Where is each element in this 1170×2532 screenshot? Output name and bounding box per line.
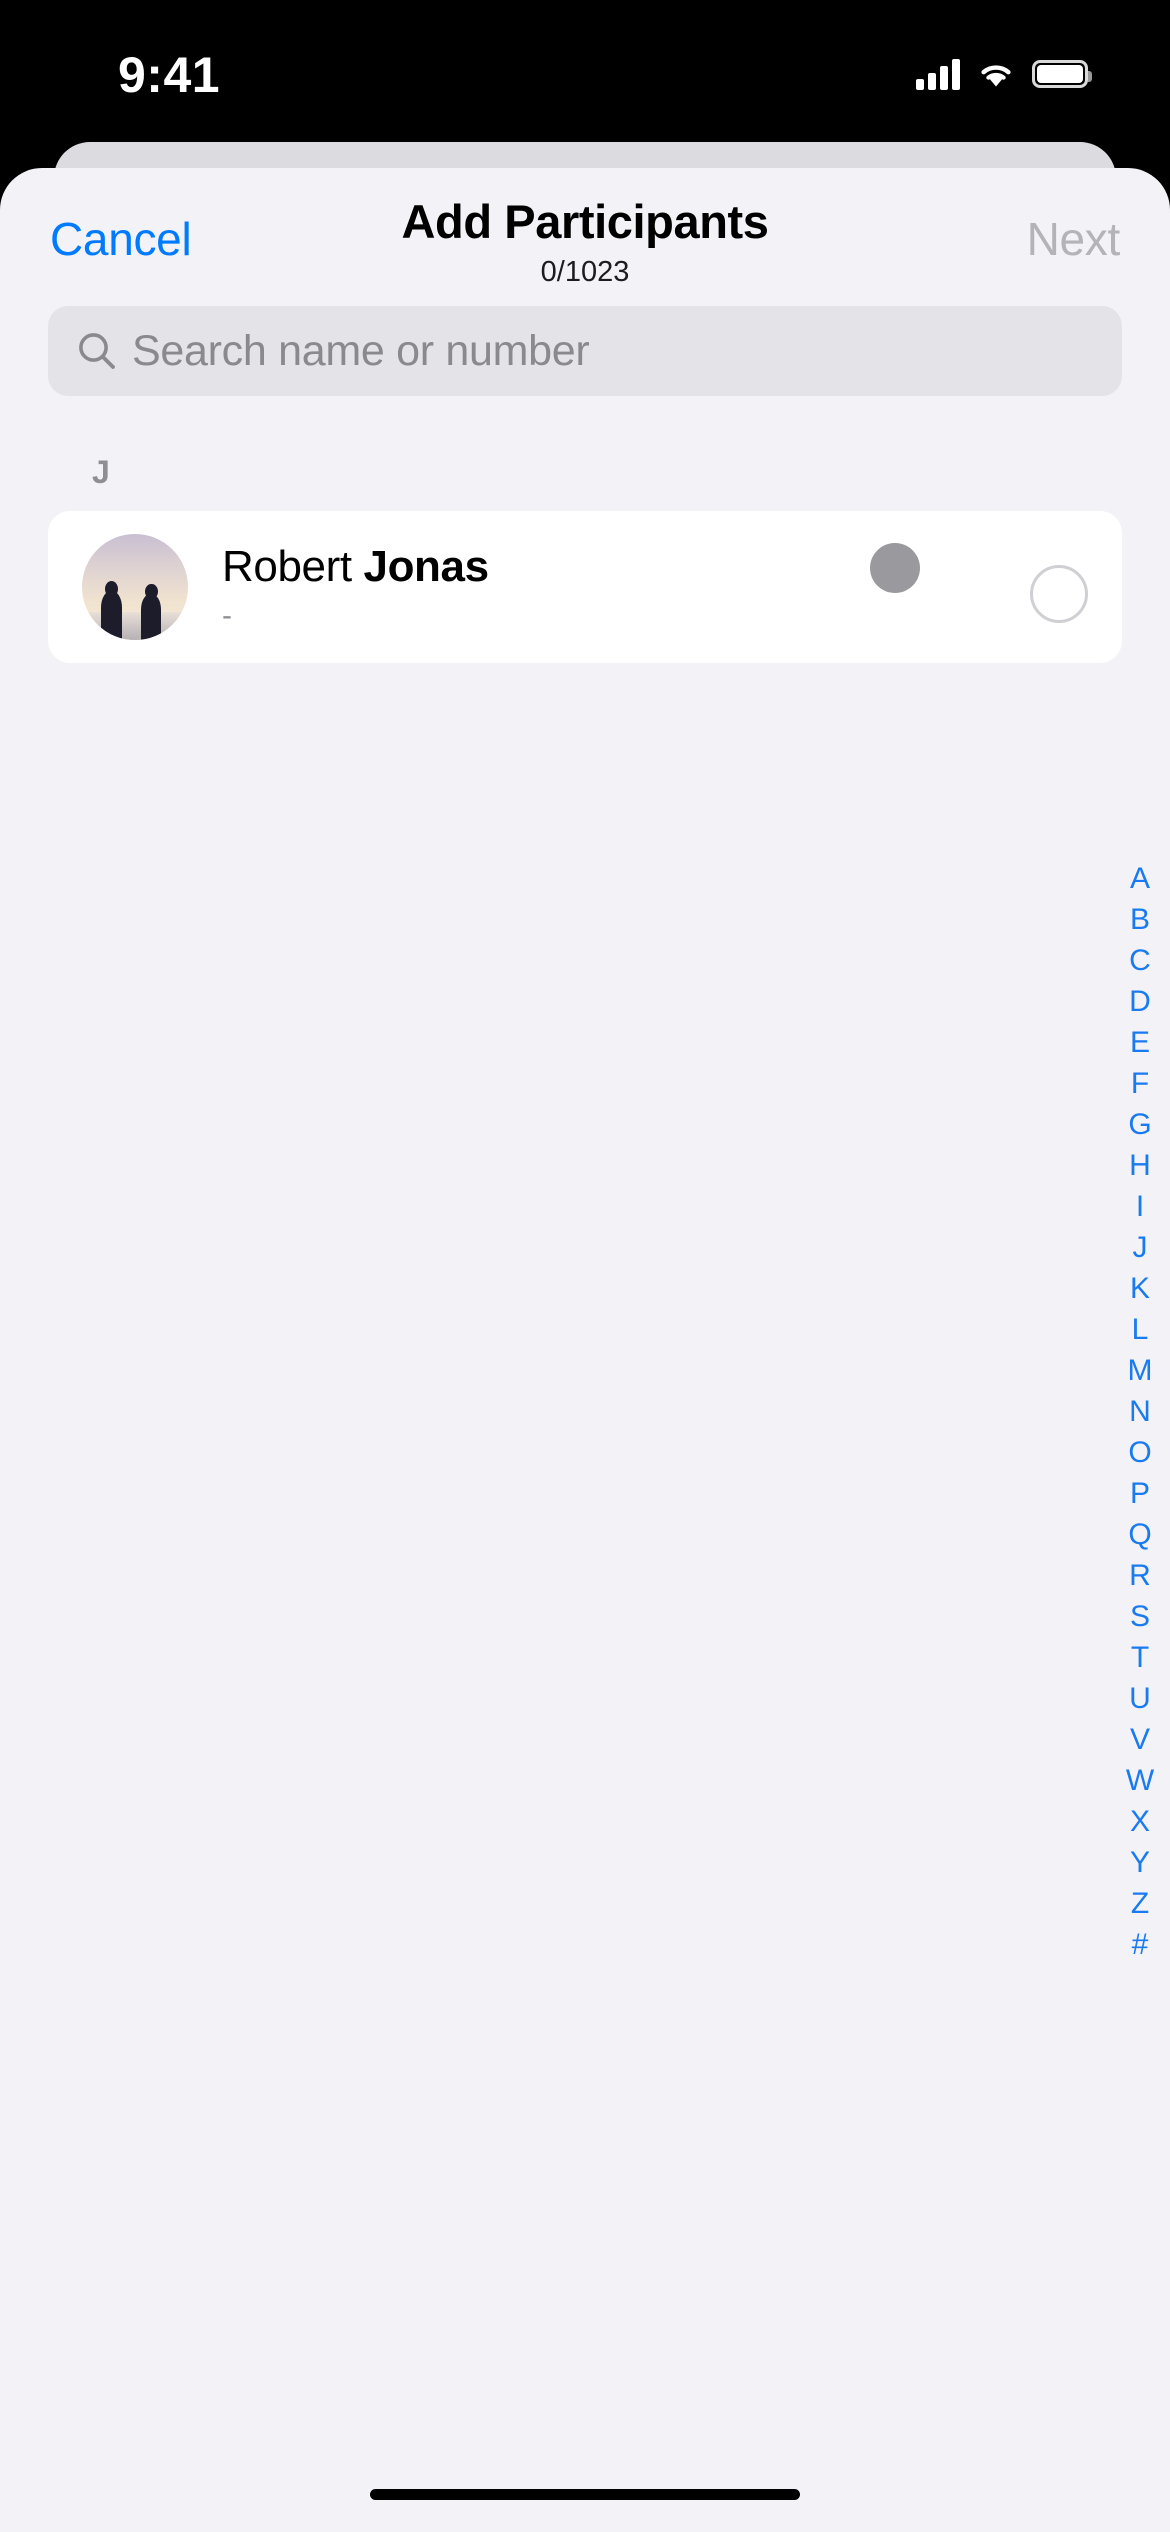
index-letter[interactable]: Z	[1118, 1883, 1162, 1924]
index-letter[interactable]: J	[1118, 1227, 1162, 1268]
page-title: Add Participants	[401, 195, 769, 248]
index-letter[interactable]: Y	[1118, 1842, 1162, 1883]
index-letter[interactable]: G	[1118, 1104, 1162, 1145]
add-participants-sheet: Cancel Add Participants 0/1023 Next J	[0, 168, 1170, 2532]
index-letter[interactable]: R	[1118, 1555, 1162, 1596]
index-letter[interactable]: A	[1118, 858, 1162, 899]
index-letter[interactable]: U	[1118, 1678, 1162, 1719]
status-bar-clock: 9:41	[118, 47, 221, 103]
index-letter[interactable]: D	[1118, 981, 1162, 1022]
index-letter[interactable]: T	[1118, 1637, 1162, 1678]
index-letter[interactable]: V	[1118, 1719, 1162, 1760]
participants-count: 0/1023	[540, 256, 630, 288]
index-letter[interactable]: X	[1118, 1801, 1162, 1842]
index-letter[interactable]: #	[1118, 1924, 1162, 1965]
contact-last-name: Jonas	[363, 542, 490, 591]
presence-dot	[870, 543, 920, 593]
cellular-bars-icon	[916, 58, 960, 90]
index-letter[interactable]: B	[1118, 899, 1162, 940]
navigation-bar: Cancel Add Participants 0/1023 Next	[0, 168, 1170, 296]
unchecked-circle-icon[interactable]	[1030, 565, 1088, 623]
home-indicator[interactable]	[370, 2489, 800, 2500]
avatar-horizon	[82, 612, 188, 640]
avatar-silhouette-right	[141, 584, 162, 640]
alphabet-index-rail[interactable]: A B C D E F G H I J K L M N O P Q R S T …	[1118, 858, 1162, 1965]
contact-first-name: Robert	[222, 542, 352, 591]
search-area	[0, 306, 1170, 396]
index-letter[interactable]: P	[1118, 1473, 1162, 1514]
index-letter[interactable]: M	[1118, 1350, 1162, 1391]
index-letter[interactable]: K	[1118, 1268, 1162, 1309]
avatar	[82, 534, 188, 640]
search-icon	[74, 328, 120, 374]
nav-title-group: Add Participants 0/1023	[0, 194, 1170, 292]
contact-text: Robert Jonas -	[222, 540, 870, 634]
index-letter[interactable]: I	[1118, 1186, 1162, 1227]
contact-subtitle: -	[222, 599, 232, 632]
status-bar: 9:41	[0, 0, 1170, 150]
index-letter[interactable]: N	[1118, 1391, 1162, 1432]
index-letter[interactable]: E	[1118, 1022, 1162, 1063]
contact-name: Robert Jonas	[222, 540, 870, 594]
battery-icon	[1032, 60, 1092, 88]
index-letter[interactable]: W	[1118, 1760, 1162, 1801]
search-bar[interactable]	[48, 306, 1122, 396]
index-letter[interactable]: O	[1118, 1432, 1162, 1473]
index-letter[interactable]: H	[1118, 1145, 1162, 1186]
avatar-silhouette-left	[101, 580, 123, 640]
contacts-card: Robert Jonas -	[48, 511, 1122, 663]
contact-row[interactable]: Robert Jonas -	[48, 511, 1122, 663]
status-bar-indicators	[916, 52, 1092, 96]
index-letter[interactable]: L	[1118, 1309, 1162, 1350]
search-input[interactable]	[132, 321, 1122, 381]
index-letter[interactable]: F	[1118, 1063, 1162, 1104]
section-header-letter: J	[92, 454, 111, 490]
phone-screen: 9:41 Cancel Add Participants 0/1023 Next	[0, 0, 1170, 2532]
index-letter[interactable]: C	[1118, 940, 1162, 981]
index-letter[interactable]: S	[1118, 1596, 1162, 1637]
index-letter[interactable]: Q	[1118, 1514, 1162, 1555]
wifi-icon	[976, 59, 1016, 89]
next-button[interactable]: Next	[1027, 212, 1121, 266]
